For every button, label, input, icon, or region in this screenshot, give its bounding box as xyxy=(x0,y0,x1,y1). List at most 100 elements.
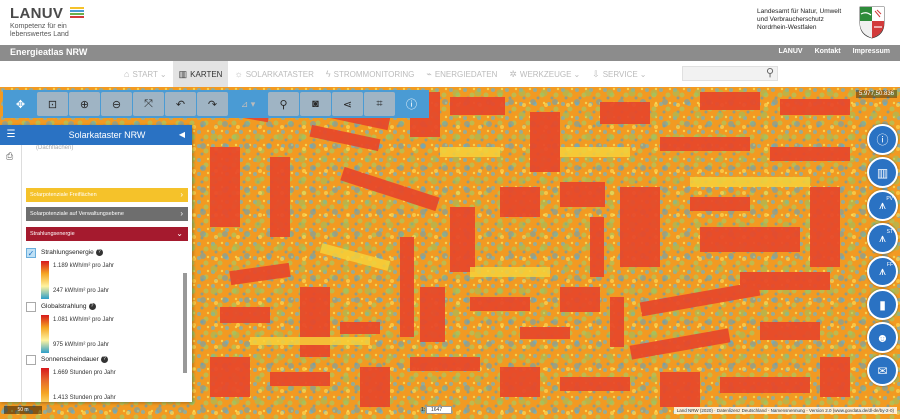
scale-value: 1647 xyxy=(431,407,443,413)
search-icon[interactable]: ⚲ xyxy=(766,66,774,79)
section-cut-text: (Dachflächen) xyxy=(36,145,74,151)
row-solar-freiflaechen[interactable]: Solarpotenziale Freiflächen › xyxy=(26,188,188,202)
title-bar: Energieatlas NRW LANUV Kontakt Impressum xyxy=(0,45,900,61)
link-lanuv[interactable]: LANUV xyxy=(778,48,802,55)
row-solar-verwaltung[interactable]: Solarpotenziale auf Verwaltungsebene › xyxy=(26,207,188,221)
home-icon: ⌂ xyxy=(124,69,130,79)
nav-item-strommonitoring[interactable]: ϟ STROMMONITORING xyxy=(320,61,421,87)
legend-max: 1.189 kWh/m² pro Jahr xyxy=(53,263,115,269)
row-strahlungsenergie[interactable]: Strahlungsenergie ⌄ xyxy=(26,227,188,241)
row-label: Solarpotenziale auf Verwaltungsebene xyxy=(30,211,124,217)
panel-header: Solarkataster NRW ◀ xyxy=(22,125,192,145)
layer-checkbox[interactable] xyxy=(26,355,36,365)
scale-bar: 50 m xyxy=(4,406,42,414)
print-icon[interactable]: ⎙ xyxy=(6,151,13,162)
nav-item-start[interactable]: ⌂ START ⌄ xyxy=(118,61,173,87)
share-button[interactable]: ⋖ xyxy=(332,92,363,116)
info-circle-icon: ⓘ xyxy=(876,133,889,147)
pv-calc-button[interactable]: ⩚ PV xyxy=(867,190,898,221)
crop-button[interactable]: ⌗ xyxy=(364,92,395,116)
users-button[interactable]: ☻ xyxy=(867,322,898,353)
nav-item-energiedaten[interactable]: ⌁ ENERGIEDATEN xyxy=(420,61,503,87)
coordinate-readout: 5.977,50.836 xyxy=(855,90,897,98)
ff-calc-button[interactable]: ⩚ FF xyxy=(867,256,898,287)
sun-icon: ☼ xyxy=(234,69,243,79)
zoom-out-button[interactable]: ⊖ xyxy=(101,92,132,116)
chat-icon: ✉ xyxy=(877,363,888,378)
full-extent-button[interactable]: ⤧ xyxy=(133,92,164,116)
lanuv-logo[interactable]: LANUV Kompetenz für ein lebenswertes Lan… xyxy=(10,5,84,39)
redo-button[interactable]: ↷ xyxy=(197,92,228,116)
info-button[interactable]: ⓘ xyxy=(396,92,427,116)
ff-calc-icon: ⩚ xyxy=(879,264,886,278)
info-circle-button[interactable]: ⓘ xyxy=(867,124,898,155)
map-icon: ▥ xyxy=(178,68,188,79)
zoom-box-button[interactable]: ⊡ xyxy=(37,92,68,116)
site-title[interactable]: Energieatlas NRW xyxy=(10,47,87,57)
nrw-crest-icon xyxy=(859,6,885,39)
camera-button[interactable]: ◙ xyxy=(300,92,331,116)
info-icon[interactable]: ? xyxy=(100,356,108,363)
main-nav: ⌂ START ⌄ ▥ KARTEN ☼ SOLARKATASTER ϟ STROMMONIT… xyxy=(0,61,900,87)
button-badge: ST xyxy=(886,229,893,235)
scale-prefix: 1: xyxy=(421,407,426,413)
layer-name-wrap: Sonnenscheindauer? xyxy=(41,356,108,363)
layer-checkbox[interactable] xyxy=(26,302,36,312)
top-links: LANUV Kontakt Impressum xyxy=(778,48,890,55)
link-impressum[interactable]: Impressum xyxy=(853,48,890,55)
nav-item-label: STROMMONITORING xyxy=(333,69,415,79)
scale-input[interactable]: 1: 1647 xyxy=(421,406,452,414)
agency-name: Landesamt für Natur, Umwelt und Verbrauc… xyxy=(757,8,842,31)
nav-item-label: SERVICE xyxy=(602,69,638,79)
download-icon: ⇩ xyxy=(592,68,600,79)
measure-dropdown-button[interactable]: ⊿ ▾ xyxy=(229,92,267,116)
legend-gradient xyxy=(41,315,49,353)
chevron-right-icon: › xyxy=(180,190,183,199)
panel-sidebar: ☰ ⎙ xyxy=(0,125,22,402)
nav-item-solarkataster[interactable]: ☼ SOLARKATASTER xyxy=(228,61,319,87)
layer-name: Globalstrahlung xyxy=(41,303,87,311)
marker-button[interactable]: ⚲ xyxy=(268,92,299,116)
search-box[interactable]: ⚲ xyxy=(682,66,778,81)
legend-min: 1.413 Stunden pro Jahr xyxy=(53,395,116,401)
info-icon[interactable]: ? xyxy=(95,249,103,256)
layer-panel: ☰ ⎙ Solarkataster NRW ◀ (Dachflächen) So… xyxy=(0,125,192,402)
list-icon[interactable]: ☰ xyxy=(0,125,22,145)
st-calc-button[interactable]: ⩚ ST xyxy=(867,223,898,254)
nav-item-werkzeuge[interactable]: ✲ WERKZEUGE ⌄ xyxy=(503,61,586,87)
nav-item-label: WERKZEUGE xyxy=(519,69,572,79)
button-badge: FF xyxy=(886,262,893,268)
info-icon[interactable]: ? xyxy=(88,303,96,310)
nav-item-label: START xyxy=(132,69,158,79)
map-attribution[interactable]: Land NRW (2020) · Datenlizenz Deutschlan… xyxy=(673,407,897,414)
map-toolbar: ✥ ⊡ ⊕ ⊖ ⤧ ↶ ↷ ⊿ ▾ ⚲ ◙ ⋖ ⌗ ⓘ xyxy=(3,90,429,118)
layer-checkbox[interactable]: ✓ xyxy=(26,248,36,258)
legend-gradient xyxy=(41,261,49,299)
collapse-arrow-icon[interactable]: ◀ xyxy=(179,130,185,139)
bolt-icon: ϟ xyxy=(325,69,331,79)
undo-button[interactable]: ↶ xyxy=(165,92,196,116)
chat-button[interactable]: ✉ xyxy=(867,355,898,386)
nav-item-karten[interactable]: ▥ KARTEN xyxy=(172,61,229,87)
cogs-icon: ✲ xyxy=(509,68,517,79)
chart-icon: ⌁ xyxy=(426,68,432,79)
logo-title: LANUV xyxy=(10,5,64,22)
nav-item-service[interactable]: ⇩ SERVICE ⌄ xyxy=(586,61,652,87)
nav-item-label: SOLARKATASTER xyxy=(245,69,314,79)
battery-button[interactable]: ▮ xyxy=(867,289,898,320)
st-calc-icon: ⩚ xyxy=(879,231,886,245)
logo-subtitle: Kompetenz für ein lebenswertes Land xyxy=(10,23,69,38)
panel-body: (Dachflächen) Solarpotenziale Freifläche… xyxy=(22,145,192,402)
zoom-in-button[interactable]: ⊕ xyxy=(69,92,100,116)
statistics-icon: ▥ xyxy=(876,165,889,180)
app-window: LANUV Kompetenz für ein lebenswertes Lan… xyxy=(0,0,900,419)
layer-name-wrap: Strahlungsenergie? xyxy=(41,249,103,256)
pan-tool-button[interactable]: ✥ xyxy=(5,92,36,116)
users-icon: ☻ xyxy=(876,330,889,345)
statistics-button[interactable]: ▥ xyxy=(867,157,898,188)
legend-max: 1.669 Stunden pro Jahr xyxy=(53,370,116,376)
link-kontakt[interactable]: Kontakt xyxy=(815,48,841,55)
pv-calc-icon: ⩚ xyxy=(879,198,886,212)
chevron-down-icon: ⌄ xyxy=(159,69,167,79)
panel-scrollbar[interactable] xyxy=(183,273,187,373)
